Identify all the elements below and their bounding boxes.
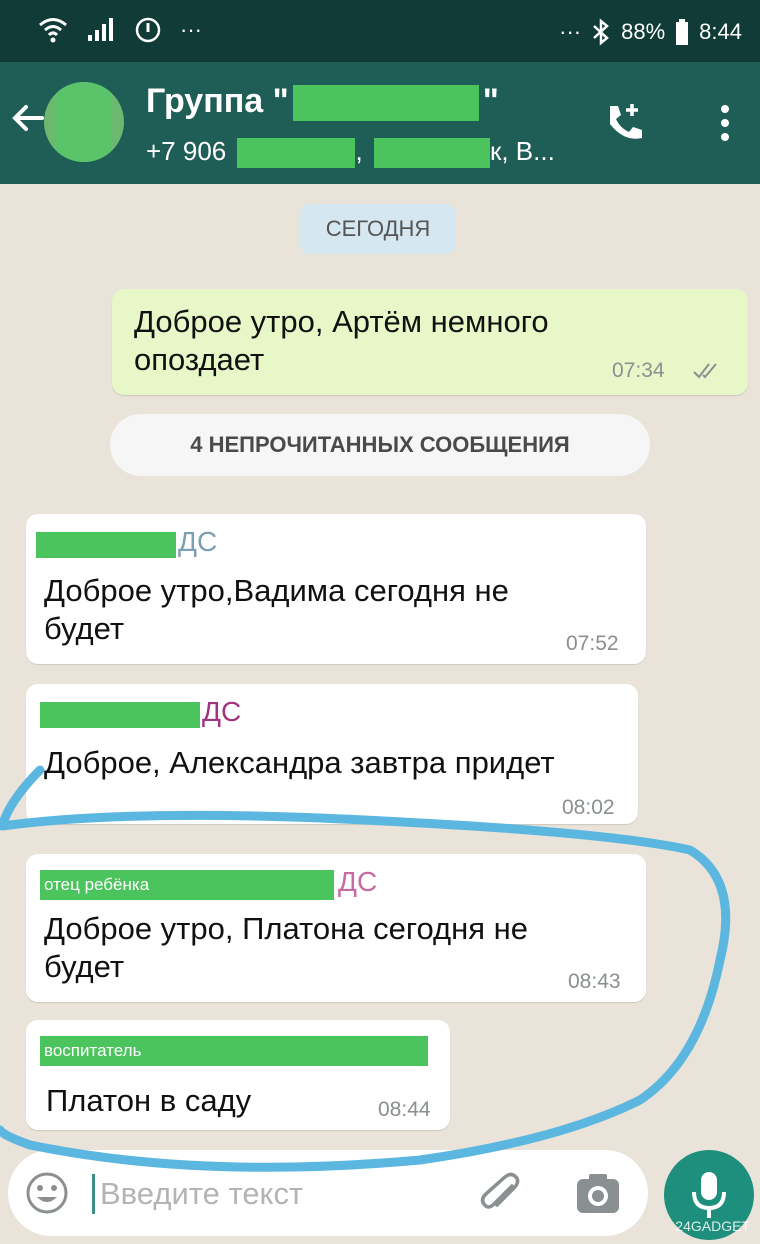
attachment-icon[interactable] xyxy=(478,1172,524,1218)
participant-redaction-1 xyxy=(237,138,356,169)
message-text-line: опоздает xyxy=(134,342,265,377)
message-bubble-incoming[interactable]: отец ребёнка ДС Доброе утро, Платона сег… xyxy=(26,854,646,1002)
group-title-suffix: " xyxy=(482,82,499,120)
message-text-line: Доброе утро, Платона сегодня не xyxy=(44,911,528,946)
message-time: 07:52 xyxy=(566,632,619,655)
avatar-redaction xyxy=(56,82,112,162)
emoji-icon[interactable] xyxy=(24,1170,70,1216)
message-time: 08:02 xyxy=(562,796,615,819)
message-bubble-outgoing[interactable]: Доброе утро, Артём немного опоздает 07:3… xyxy=(112,289,748,395)
status-bar: ··· ··· 88% 8:44 xyxy=(0,0,760,62)
status-more-dots-left: ··· xyxy=(180,17,202,42)
battery-icon xyxy=(676,19,689,45)
message-composer[interactable]: Введите текст xyxy=(8,1150,648,1236)
group-title-prefix: Группа " xyxy=(146,82,289,120)
message-text-line: Доброе утро,Вадима сегодня не xyxy=(44,573,509,608)
text-cursor xyxy=(92,1174,95,1214)
group-title[interactable]: Группа " " xyxy=(146,82,499,122)
wifi-icon xyxy=(39,18,67,43)
message-bubble-incoming[interactable]: ДС Доброе утро,Вадима сегодня не будет 0… xyxy=(26,514,646,664)
message-sender: ДС xyxy=(178,526,218,557)
message-text: Доброе, Александра завтра придет xyxy=(44,744,555,782)
overflow-menu-icon[interactable] xyxy=(716,104,734,142)
unread-messages-chip: 4 НЕПРОЧИТАННЫХ СООБЩЕНИЯ xyxy=(110,414,650,476)
sender-tag: отец ребёнка xyxy=(40,870,334,900)
status-left-icons: ··· xyxy=(38,16,202,44)
sender-redaction xyxy=(40,702,200,728)
message-time: 07:34 xyxy=(612,359,665,382)
group-participants: +7 906 , к, В... xyxy=(146,136,555,169)
message-sender: ДС xyxy=(202,696,242,727)
sender-redaction xyxy=(36,532,176,558)
camera-icon[interactable] xyxy=(574,1170,622,1218)
message-text-line: будет xyxy=(44,611,125,646)
message-text: Доброе утро,Вадима сегодня не будет xyxy=(44,572,509,648)
participants-suffix: к, В... xyxy=(489,136,555,166)
message-bubble-incoming[interactable]: воспитатель Платон в саду 08:44 xyxy=(26,1020,450,1130)
status-time: 8:44 xyxy=(699,19,742,44)
back-arrow-icon[interactable] xyxy=(8,98,48,138)
participants-phone: +7 906 xyxy=(146,136,227,166)
watermark: 24GADGET xyxy=(675,1218,750,1234)
date-chip: СЕГОДНЯ xyxy=(300,204,456,254)
sender-tag: воспитатель xyxy=(40,1036,428,1066)
participant-redaction-2 xyxy=(373,138,490,169)
message-bubble-incoming[interactable]: ДС Доброе, Александра завтра придет 08:0… xyxy=(26,684,638,824)
message-sender: ДС xyxy=(338,866,378,897)
message-time: 08:44 xyxy=(378,1098,431,1121)
message-input[interactable]: Введите текст xyxy=(100,1176,303,1212)
message-text-line: Доброе утро, Артём немного xyxy=(134,304,549,339)
chat-header: Группа " " +7 906 , к, В... xyxy=(0,62,760,184)
sync-icon xyxy=(135,17,161,43)
message-text: Платон в саду xyxy=(46,1082,251,1120)
participants-separator: , xyxy=(355,136,363,166)
battery-percent: 88% xyxy=(621,19,666,44)
message-time: 08:43 xyxy=(568,970,621,993)
status-right-icons: ··· 88% 8:44 xyxy=(559,18,742,46)
message-text: Доброе утро, Артём немного опоздает xyxy=(134,303,549,379)
microphone-icon xyxy=(692,1172,726,1218)
message-text: Доброе утро, Платона сегодня не будет xyxy=(44,910,528,986)
message-text-line: Платон в саду xyxy=(46,1083,252,1118)
bluetooth-icon xyxy=(593,18,610,46)
message-text-line: будет xyxy=(44,949,125,984)
group-avatar[interactable] xyxy=(44,82,124,162)
status-more-dots-right: ··· xyxy=(559,19,582,44)
group-name-redaction xyxy=(292,85,479,122)
chat-area[interactable]: СЕГОДНЯ Доброе утро, Артём немного опозд… xyxy=(0,184,760,1134)
signal-icon xyxy=(88,18,113,41)
message-text-line: Доброе, Александра завтра придет xyxy=(44,745,555,780)
add-call-icon[interactable] xyxy=(602,100,648,146)
double-check-icon xyxy=(693,363,717,379)
